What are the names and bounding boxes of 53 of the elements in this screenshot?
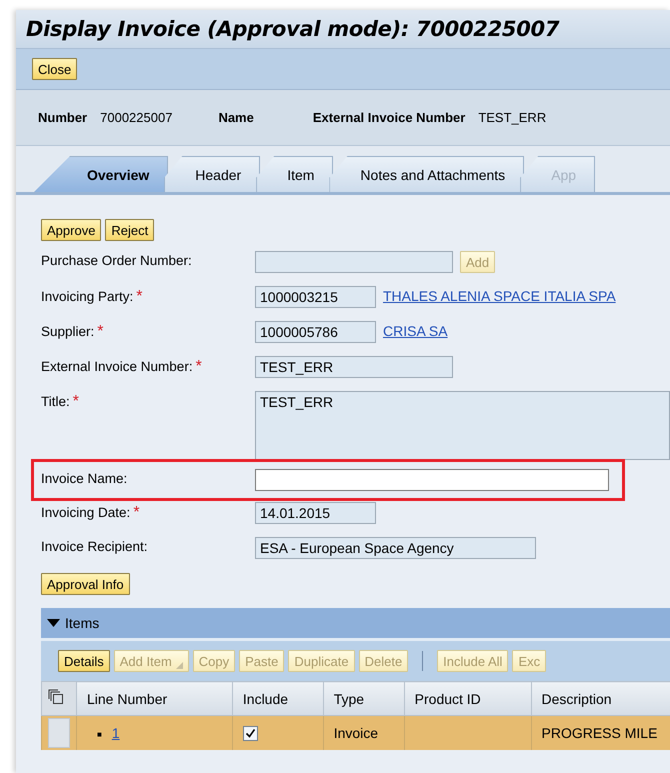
tab[interactable]: Notes and Attachments (329, 156, 524, 192)
section-title: Items (65, 615, 100, 631)
dropdown-icon (176, 662, 183, 668)
field-label: Invoicing Date: (41, 505, 130, 520)
checkbox[interactable] (242, 726, 258, 742)
required-mark: * (97, 323, 104, 340)
link[interactable]: THALES ALENIA SPACE ITALIA SPA (383, 286, 616, 304)
column-header[interactable]: Include (232, 682, 324, 716)
field-label: Invoicing Party: (41, 289, 134, 304)
tab[interactable]: Item (256, 156, 334, 192)
link[interactable]: CRISA SA (383, 321, 448, 339)
required-mark: * (72, 393, 79, 410)
select-all-icon[interactable] (48, 689, 64, 705)
field-label: Invoice Recipient: (41, 539, 148, 554)
field-label: External Invoice Number: (41, 359, 193, 374)
window-title: Display Invoice (Approval mode): 7000225007 (26, 17, 560, 41)
text-area[interactable]: TEST_ERR (255, 391, 670, 460)
required-mark: * (133, 504, 140, 521)
toolbar-button[interactable]: Details (58, 650, 110, 672)
field-label: Supplier: (41, 324, 94, 339)
bullet-icon: ■ (97, 730, 102, 739)
header-value: TEST_ERR (478, 110, 546, 125)
section-header[interactable]: Items (41, 608, 670, 638)
approval-info-button[interactable]: Approval Info (41, 573, 130, 595)
header-label: Name (218, 110, 254, 125)
tab[interactable]: Header (164, 156, 260, 192)
header-value: 7000225007 (100, 110, 172, 125)
input-field[interactable]: 14.01.2015 (255, 502, 376, 524)
tab[interactable]: Overview (34, 156, 168, 192)
column-header[interactable]: Description (531, 682, 670, 716)
input-field[interactable] (255, 469, 609, 491)
reject-button[interactable]: Reject (105, 219, 154, 241)
input-field[interactable]: 1000003215 (255, 286, 376, 308)
input-field[interactable]: ESA - European Space Agency (255, 537, 536, 559)
input-field[interactable] (255, 251, 453, 273)
close-button[interactable]: Close (32, 58, 78, 80)
line-number-link[interactable]: 1 (112, 723, 120, 741)
input-field[interactable]: 1000005786 (255, 321, 376, 343)
input-field[interactable]: TEST_ERR (255, 356, 453, 378)
table-cell: Invoice (323, 716, 404, 750)
header-label: External Invoice Number (312, 110, 466, 125)
table-cell: PROGRESS MILE (531, 716, 670, 750)
collapse-icon[interactable] (47, 618, 60, 628)
column-header[interactable]: Type (323, 682, 404, 716)
column-header[interactable]: Product ID (404, 682, 531, 716)
required-mark: * (136, 288, 143, 305)
field-label: Purchase Order Number: (41, 253, 192, 268)
column-header[interactable]: Line Number (76, 682, 232, 716)
approve-button[interactable]: Approve (41, 219, 102, 241)
required-mark: * (196, 358, 202, 375)
field-label: Invoice Name: (41, 471, 128, 486)
field-label: Title: (41, 394, 70, 409)
header-label: Number (38, 110, 88, 125)
